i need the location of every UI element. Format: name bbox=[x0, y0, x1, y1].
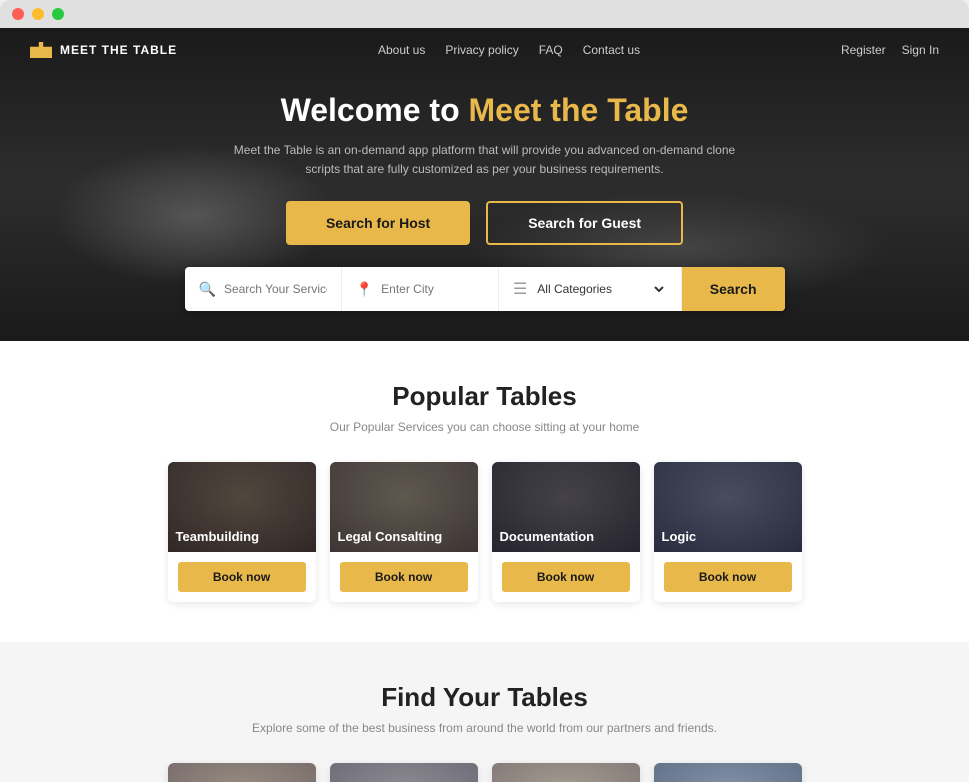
city-input[interactable] bbox=[381, 282, 484, 296]
find-cards-grid: Legal Consalting from30$ duration: 1hour… bbox=[30, 763, 939, 782]
find-card-3[interactable]: Legal Consalting from30$ duration: 1hour bbox=[492, 763, 640, 782]
logo-text: MEET THE TABLE bbox=[60, 43, 177, 57]
find-card-img-1 bbox=[168, 763, 316, 782]
find-subtitle: Explore some of the best business from a… bbox=[30, 721, 939, 735]
book-now-btn-3[interactable]: Book now bbox=[502, 562, 630, 592]
card-body-1: Book now bbox=[168, 552, 316, 602]
find-title: Find Your Tables bbox=[30, 682, 939, 713]
category-select[interactable]: All Categories bbox=[533, 281, 667, 297]
card-img-documentation: Documentation bbox=[492, 462, 640, 552]
card-img-teambuilding: Teambuilding bbox=[168, 462, 316, 552]
services-field: 🔍 bbox=[185, 267, 342, 311]
find-card-img-2 bbox=[330, 763, 478, 782]
card-body-2: Book now bbox=[330, 552, 478, 602]
hero-title-accent: Meet the Table bbox=[469, 92, 689, 128]
find-card-img-4 bbox=[654, 763, 802, 782]
search-bar: 🔍 📍 ☰ All Categories Search bbox=[185, 267, 785, 311]
category-field: ☰ All Categories bbox=[499, 267, 682, 311]
search-services-input[interactable] bbox=[224, 282, 327, 296]
card-img-legal: Legal Consalting bbox=[330, 462, 478, 552]
hero-title-prefix: Welcome to bbox=[281, 92, 469, 128]
card-label-legal: Legal Consalting bbox=[338, 529, 443, 544]
logo: MEET THE TABLE bbox=[30, 42, 177, 58]
book-now-btn-1[interactable]: Book now bbox=[178, 562, 306, 592]
find-card-img-3 bbox=[492, 763, 640, 782]
nav-about[interactable]: About us bbox=[378, 43, 425, 57]
card-label-teambuilding: Teambuilding bbox=[176, 529, 260, 544]
card-label-documentation: Documentation bbox=[500, 529, 595, 544]
minimize-dot[interactable] bbox=[32, 8, 44, 20]
hero-content: Welcome to Meet the Table Meet the Table… bbox=[0, 72, 969, 245]
search-button[interactable]: Search bbox=[682, 267, 785, 311]
navbar: MEET THE TABLE About us Privacy policy F… bbox=[0, 28, 969, 72]
card-body-4: Book now bbox=[654, 552, 802, 602]
page-wrapper: MEET THE TABLE About us Privacy policy F… bbox=[0, 28, 969, 782]
window-chrome bbox=[0, 0, 969, 28]
book-now-btn-2[interactable]: Book now bbox=[340, 562, 468, 592]
find-section: Find Your Tables Explore some of the bes… bbox=[0, 642, 969, 782]
logo-icon bbox=[30, 42, 52, 58]
nav-auth: Register Sign In bbox=[841, 43, 939, 57]
find-card-4[interactable]: Legal Consalting from30$ duration: 1hour bbox=[654, 763, 802, 782]
popular-subtitle: Our Popular Services you can choose sitt… bbox=[30, 420, 939, 434]
book-now-btn-4[interactable]: Book now bbox=[664, 562, 792, 592]
maximize-dot[interactable] bbox=[52, 8, 64, 20]
popular-cards-grid: Teambuilding Book now Legal Consalting B… bbox=[30, 462, 939, 602]
card-label-logic: Logic bbox=[662, 529, 697, 544]
location-icon: 📍 bbox=[356, 281, 373, 298]
card-body-3: Book now bbox=[492, 552, 640, 602]
hero-section: MEET THE TABLE About us Privacy policy F… bbox=[0, 28, 969, 341]
search-guest-button[interactable]: Search for Guest bbox=[486, 201, 683, 245]
find-card-2[interactable]: Legal Consalting from30$ duration: 1hour bbox=[330, 763, 478, 782]
hero-title: Welcome to Meet the Table bbox=[30, 92, 939, 129]
nav-signin[interactable]: Sign In bbox=[902, 43, 939, 57]
nav-faq[interactable]: FAQ bbox=[539, 43, 563, 57]
popular-card-3: Documentation Book now bbox=[492, 462, 640, 602]
find-card-1[interactable]: Legal Consalting from30$ duration: 1hour bbox=[168, 763, 316, 782]
nav-privacy[interactable]: Privacy policy bbox=[445, 43, 518, 57]
hero-buttons: Search for Host Search for Guest bbox=[30, 201, 939, 245]
hero-subtitle: Meet the Table is an on-demand app platf… bbox=[225, 141, 745, 179]
search-bar-wrapper: 🔍 📍 ☰ All Categories Search bbox=[0, 267, 969, 341]
popular-title: Popular Tables bbox=[30, 381, 939, 412]
popular-section: Popular Tables Our Popular Services you … bbox=[0, 341, 969, 642]
nav-links: About us Privacy policy FAQ Contact us bbox=[378, 43, 640, 57]
city-field: 📍 bbox=[342, 267, 499, 311]
popular-card-2: Legal Consalting Book now bbox=[330, 462, 478, 602]
nav-contact[interactable]: Contact us bbox=[583, 43, 640, 57]
nav-register[interactable]: Register bbox=[841, 43, 886, 57]
card-img-logic: Logic bbox=[654, 462, 802, 552]
popular-card-4: Logic Book now bbox=[654, 462, 802, 602]
search-host-button[interactable]: Search for Host bbox=[286, 201, 470, 245]
close-dot[interactable] bbox=[12, 8, 24, 20]
filter-icon: ☰ bbox=[513, 279, 527, 299]
search-services-icon: 🔍 bbox=[199, 281, 216, 298]
popular-card-1: Teambuilding Book now bbox=[168, 462, 316, 602]
